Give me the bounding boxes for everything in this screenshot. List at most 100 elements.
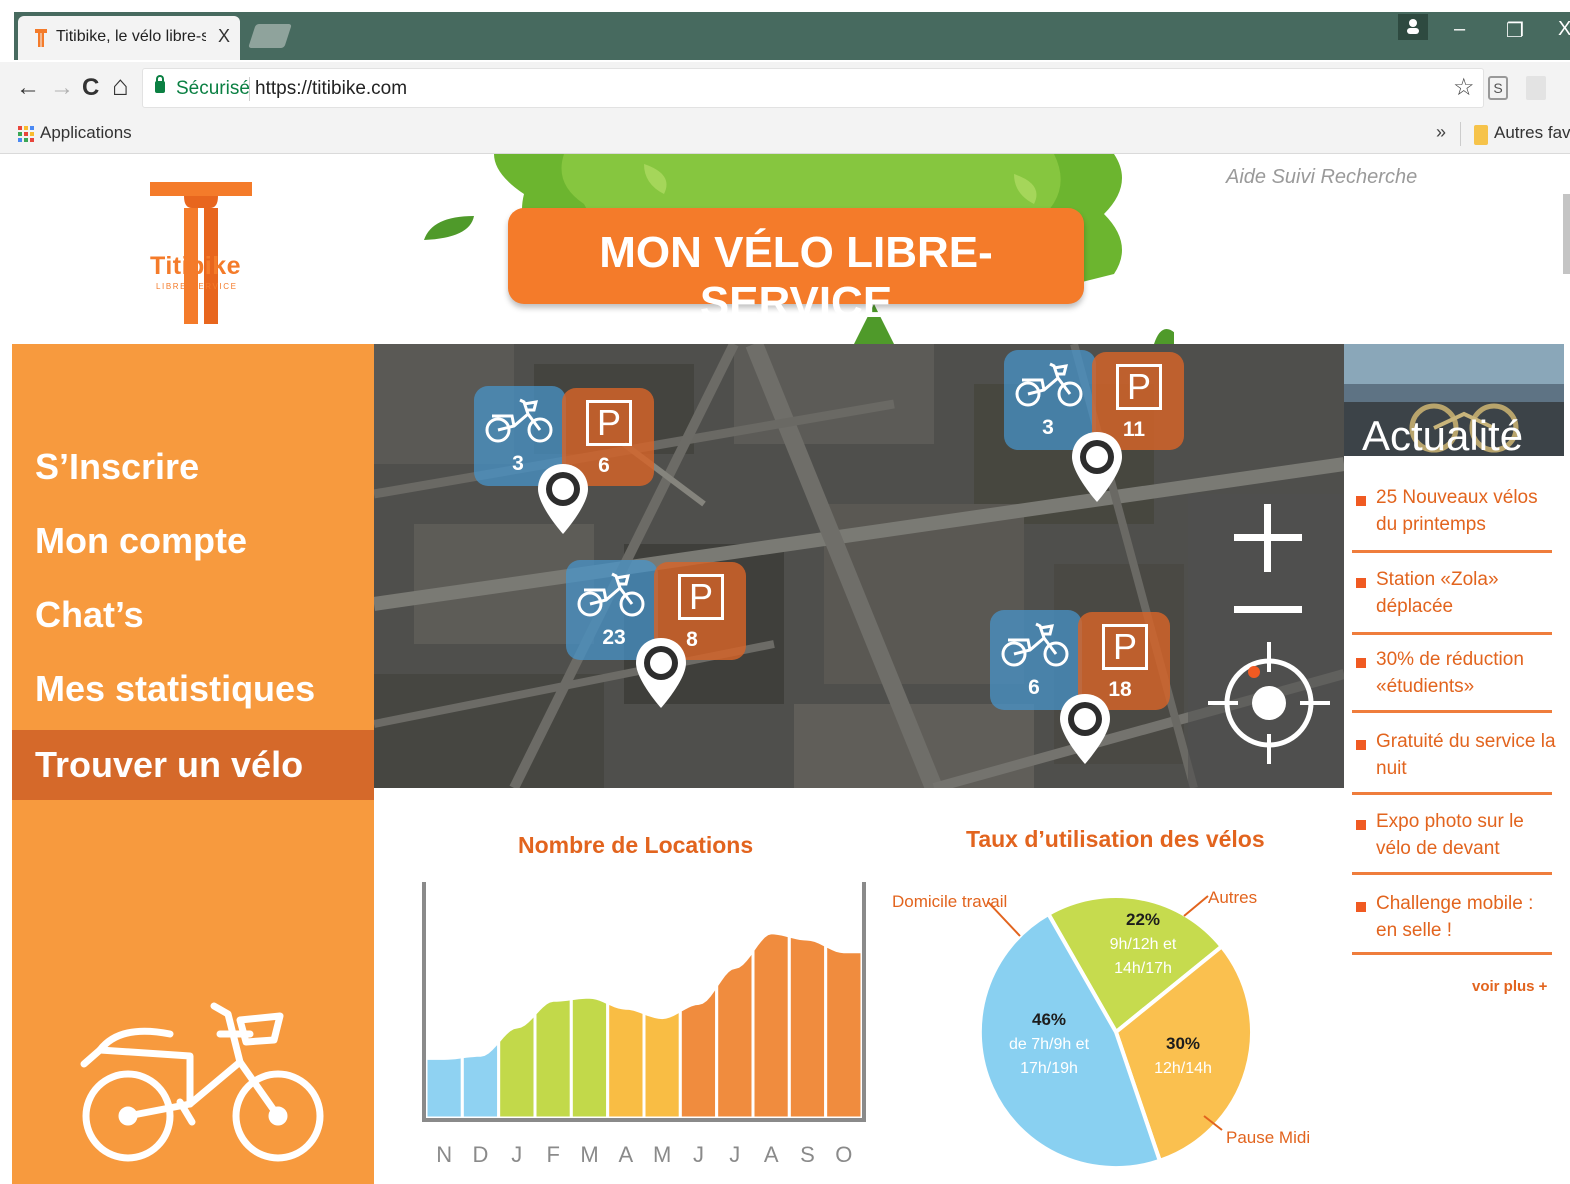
secure-label: Sécurisé xyxy=(176,78,250,99)
news-item-text[interactable]: Gratuité du service la nuit xyxy=(1376,728,1556,782)
title-bar: Titibike, le vélo libre-serv X – ❐ X xyxy=(0,0,1570,62)
back-arrow-icon[interactable]: ← xyxy=(16,74,40,102)
station-bike-count: 23 xyxy=(602,626,626,649)
map-view[interactable]: 3 P 6 3 P 11 23 P 8 6 P 18 xyxy=(374,344,1344,788)
bike-icon xyxy=(1015,362,1083,407)
bookmarks-overflow-icon[interactable]: » xyxy=(1436,122,1446,143)
reload-icon[interactable]: C xyxy=(82,74,99,102)
x-tick-label: M xyxy=(580,1142,598,1167)
bookmark-applications[interactable]: Applications xyxy=(40,123,132,143)
locate-me-icon[interactable] xyxy=(1206,640,1332,766)
parking-icon: P xyxy=(586,400,632,446)
chart-area-segment xyxy=(424,1055,464,1120)
usage-pie-chart: Domicile travail Autres Pause Midi 22% 9… xyxy=(880,874,1340,1174)
browser-tab[interactable]: Titibike, le vélo libre-serv X xyxy=(18,16,240,60)
x-tick-label: N xyxy=(436,1142,452,1167)
pie-pct-domicile: 46% xyxy=(1031,1010,1067,1029)
news-bullet-icon xyxy=(1356,578,1366,588)
news-bullet-icon xyxy=(1356,902,1366,912)
close-window-button[interactable]: X xyxy=(1558,18,1570,41)
station-marker[interactable]: 3 P 6 xyxy=(474,386,660,536)
x-tick-label: A xyxy=(618,1142,633,1167)
minimize-button[interactable]: – xyxy=(1454,18,1465,41)
tab-close-icon[interactable]: X xyxy=(218,26,230,47)
news-divider xyxy=(1352,792,1552,795)
pie-detail-autres-2: 14h/17h xyxy=(1114,960,1172,977)
chart-area-segment xyxy=(497,1009,537,1120)
x-tick-label: S xyxy=(800,1142,815,1167)
top-links[interactable]: Aide Suivi Recherche xyxy=(1226,166,1417,189)
sidebar-item-trouver-velo[interactable]: Trouver un vélo xyxy=(12,730,374,800)
chart-area-segment xyxy=(606,1000,646,1120)
chart-area-segment xyxy=(751,931,791,1120)
bicycle-icon xyxy=(80,1002,324,1162)
news-title: Actualité xyxy=(1362,412,1524,456)
pie-label-pause-midi: Pause Midi xyxy=(1226,1128,1311,1147)
location-pin-icon xyxy=(1060,694,1110,764)
chart-area-segment xyxy=(824,942,864,1120)
web-page: Aide Suivi Recherche Titibike LIBRE-SERV… xyxy=(0,154,1570,1184)
sidebar-item-statistiques[interactable]: Mes statistiques xyxy=(12,654,374,724)
titibike-logo[interactable]: Titibike LIBRE-SERVICE xyxy=(140,178,270,328)
x-tick-label: J xyxy=(693,1142,704,1167)
chart-area-segment xyxy=(787,934,828,1120)
station-parking-count: 6 xyxy=(598,454,610,477)
news-divider xyxy=(1352,550,1552,553)
chart-area-segment xyxy=(533,996,573,1120)
x-tick-label: D xyxy=(473,1142,489,1167)
pie-label-domicile: Domicile travail xyxy=(892,892,1008,911)
news-bullet-icon xyxy=(1356,740,1366,750)
pie-pct-autres: 22% xyxy=(1125,910,1161,929)
pie-detail-autres-1: 9h/12h et xyxy=(1109,936,1177,953)
browser-window: Titibike, le vélo libre-serv X – ❐ X ← →… xyxy=(0,0,1570,1184)
station-marker[interactable]: 23 P 8 xyxy=(566,560,752,710)
extension-s-icon[interactable]: S xyxy=(1488,76,1508,100)
x-tick-label: M xyxy=(653,1142,671,1167)
parking-icon: P xyxy=(678,574,724,620)
station-bike-count: 3 xyxy=(1042,416,1054,439)
chart-area-segment xyxy=(678,980,719,1120)
user-profile-icon[interactable] xyxy=(1398,14,1428,40)
x-tick-label: J xyxy=(729,1142,740,1167)
omnibox[interactable]: Sécurisé https://titibike.com ☆ xyxy=(142,68,1484,108)
x-tick-label: J xyxy=(511,1142,522,1167)
location-pin-icon xyxy=(636,638,686,708)
news-item-text[interactable]: Station «Zola» déplacée xyxy=(1376,566,1556,620)
sidebar-item-inscrire[interactable]: S’Inscrire xyxy=(12,432,374,502)
folder-icon xyxy=(1474,125,1488,145)
titibike-favicon-icon xyxy=(35,29,47,47)
parking-icon: P xyxy=(1116,364,1162,410)
home-icon[interactable]: ⌂ xyxy=(112,70,129,102)
bookmarks-bar: Applications » Autres favor xyxy=(0,116,1570,154)
news-item-text[interactable]: Expo photo sur le vélo de devant xyxy=(1376,808,1556,862)
sidebar-item-mon-compte[interactable]: Mon compte xyxy=(12,506,374,576)
apps-grid-icon[interactable] xyxy=(18,126,34,142)
voir-plus-link[interactable]: voir plus + xyxy=(1472,978,1547,995)
bookmark-star-icon[interactable]: ☆ xyxy=(1453,73,1475,102)
news-divider xyxy=(1352,632,1552,635)
zoom-in-icon[interactable] xyxy=(1230,500,1306,576)
sidebar: S’Inscrire Mon compte Chat’s Mes statist… xyxy=(12,344,374,1184)
pie-detail-domicile-1: de 7h/9h et xyxy=(1008,1036,1090,1053)
chart-title-usage: Taux d’utilisation des vélos xyxy=(966,826,1265,852)
chart-area-segment xyxy=(460,1037,501,1120)
station-marker[interactable]: 6 P 18 xyxy=(990,610,1176,764)
station-marker[interactable]: 3 P 11 xyxy=(1004,350,1190,502)
zoom-out-icon[interactable] xyxy=(1230,604,1306,616)
sidebar-item-chats[interactable]: Chat’s xyxy=(12,580,374,650)
forward-arrow-icon[interactable]: → xyxy=(50,74,74,102)
chart-title-locations: Nombre de Locations xyxy=(518,832,754,858)
scrollbar-thumb[interactable] xyxy=(1563,194,1570,274)
banner: MON VÉLO LIBRE-SERVICE xyxy=(508,208,1084,327)
bookmark-other-favorites[interactable]: Autres favor xyxy=(1494,123,1570,143)
maximize-button[interactable]: ❐ xyxy=(1506,18,1524,43)
news-item-text[interactable]: 30% de réduction «étudients» xyxy=(1376,646,1556,700)
pie-detail-pause-midi: 12h/14h xyxy=(1154,1060,1212,1077)
chart-area-segment xyxy=(642,1007,682,1120)
url-text[interactable]: https://titibike.com xyxy=(255,78,407,100)
banner-title: MON VÉLO LIBRE-SERVICE xyxy=(599,228,993,327)
news-item-text[interactable]: 25 Nouveaux vélos du printemps xyxy=(1376,484,1556,538)
extension-pdf-icon[interactable] xyxy=(1526,76,1546,100)
news-bullet-icon xyxy=(1356,496,1366,506)
news-item-text[interactable]: Challenge mobile : en selle ! xyxy=(1376,890,1556,944)
